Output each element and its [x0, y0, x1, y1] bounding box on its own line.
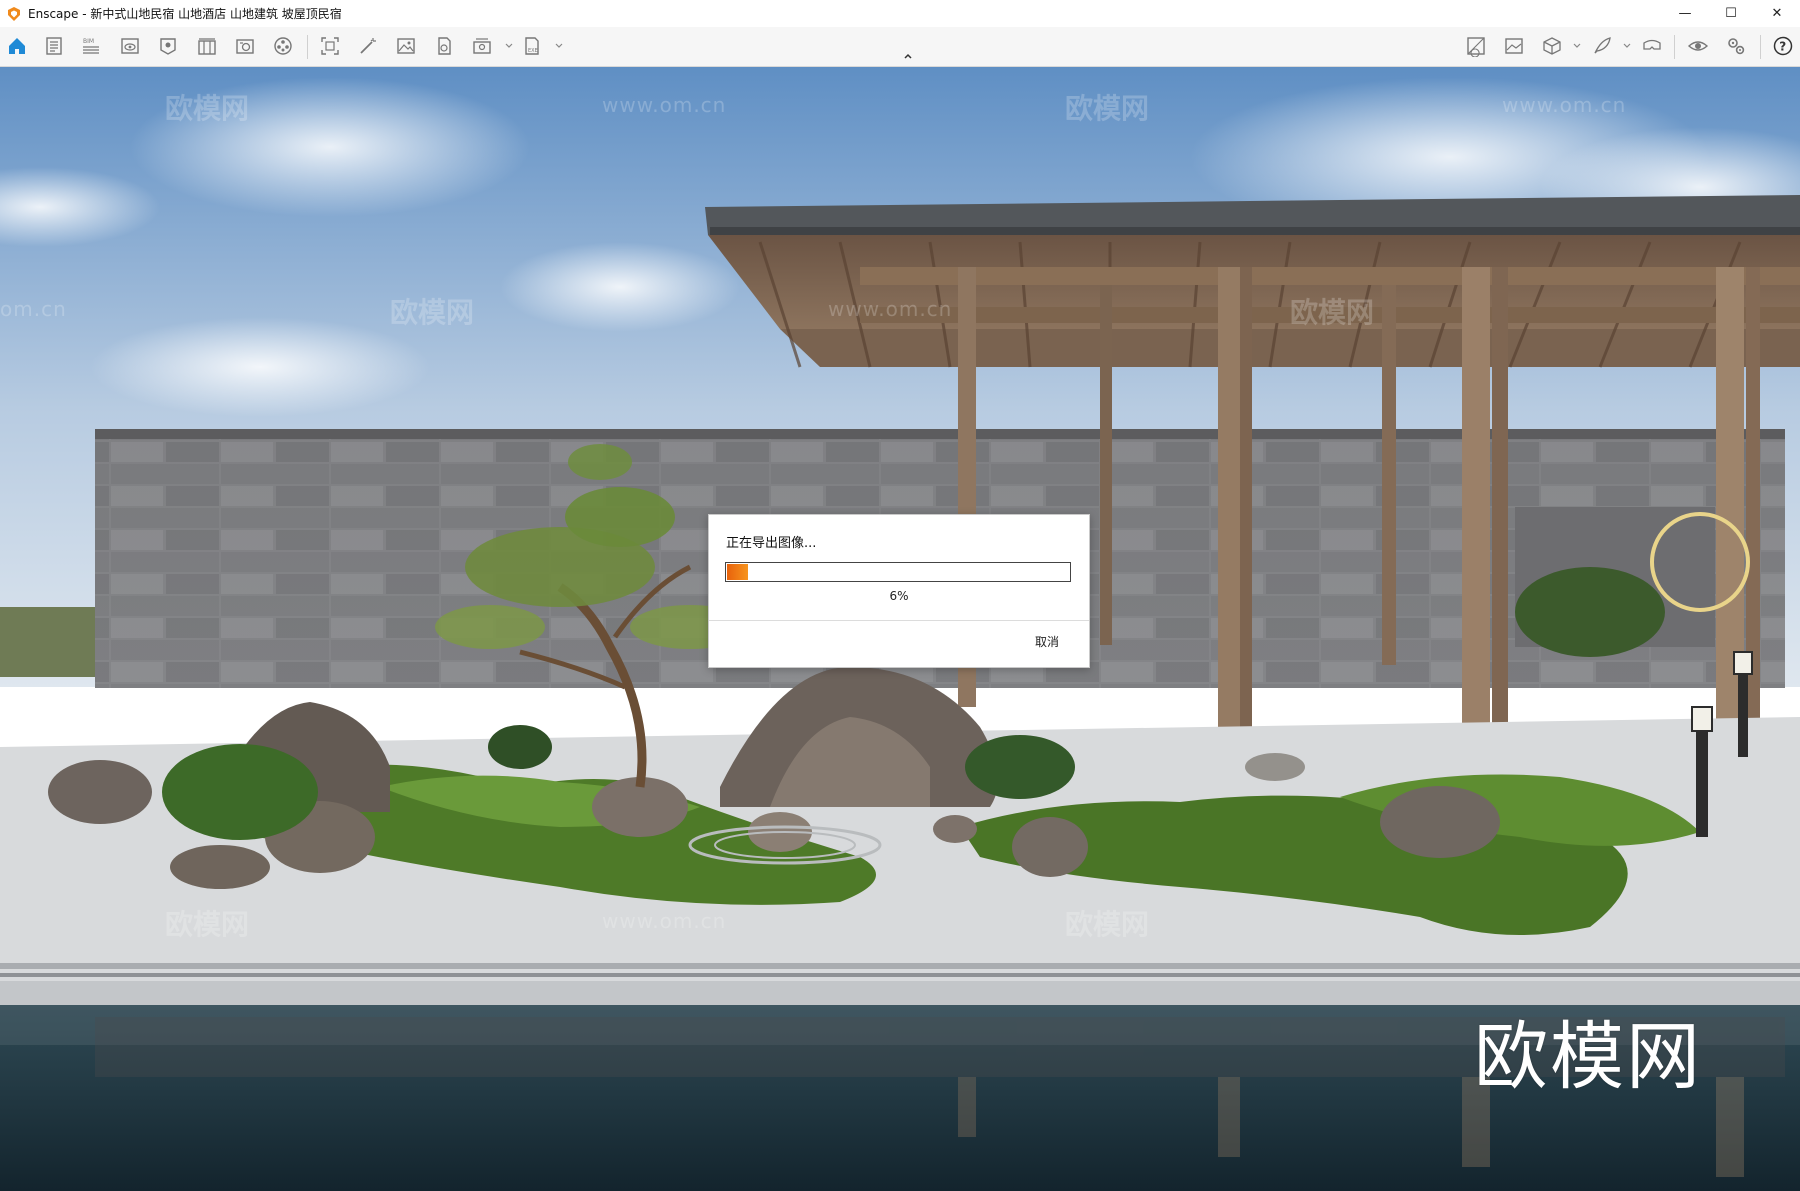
- capture-view-icon[interactable]: [1464, 34, 1488, 58]
- batch-render-icon[interactable]: [470, 34, 494, 58]
- watermark-url: www.om.cn: [602, 93, 727, 117]
- cube-icon[interactable]: [1540, 34, 1564, 58]
- window-title: Enscape - 新中式山地民宿 山地酒店 山地建筑 坡屋顶民宿: [28, 7, 342, 21]
- dialog-divider: [709, 620, 1089, 621]
- watermark-url: www.om.cn: [1502, 93, 1627, 117]
- minimize-button[interactable]: —: [1662, 0, 1708, 27]
- pin-icon[interactable]: [156, 34, 180, 58]
- export-chevron-down-icon[interactable]: [547, 34, 571, 58]
- export-icon[interactable]: EXE: [520, 34, 544, 58]
- export-progress-bar: [725, 562, 1071, 582]
- watermark-text: 欧模网: [165, 908, 250, 941]
- gallery-icon[interactable]: [1502, 34, 1526, 58]
- cube-chevron-down-icon[interactable]: [1565, 34, 1589, 58]
- asset-editor-icon[interactable]: [233, 34, 257, 58]
- cancel-button[interactable]: 取消: [1035, 633, 1059, 650]
- watermark-text: 欧模网: [1065, 908, 1150, 941]
- watermark-text: 欧模网: [165, 92, 250, 125]
- watermark-url: www.om.cn: [828, 297, 953, 321]
- svg-text:BIM: BIM: [83, 38, 94, 45]
- feather-icon[interactable]: [1590, 34, 1614, 58]
- document-icon[interactable]: [42, 34, 66, 58]
- watermark-text: 欧模网: [1290, 296, 1375, 329]
- bim-icon[interactable]: BIM: [79, 34, 103, 58]
- close-button[interactable]: ✕: [1754, 0, 1800, 27]
- watermark-url: om.cn: [0, 297, 67, 321]
- vr-headset-icon[interactable]: [1640, 34, 1664, 58]
- eye-icon[interactable]: [1686, 34, 1710, 58]
- export-progress-dialog: 正在导出图像... 6% 取消: [708, 514, 1090, 668]
- library-icon[interactable]: [195, 34, 219, 58]
- dialog-title: 正在导出图像...: [726, 536, 817, 551]
- svg-text:?: ?: [1779, 40, 1786, 54]
- progress-percentage: 6%: [889, 589, 909, 603]
- brand-watermark-large: 欧模网: [1474, 1014, 1702, 1100]
- title-bar: Enscape - 新中式山地民宿 山地酒店 山地建筑 坡屋顶民宿 — ☐ ✕: [0, 0, 1800, 27]
- maximize-button[interactable]: ☐: [1708, 0, 1754, 27]
- watermark-text: 欧模网: [390, 296, 475, 329]
- enscape-window: Enscape - 新中式山地民宿 山地酒店 山地建筑 坡屋顶民宿 — ☐ ✕ …: [0, 0, 1800, 1191]
- visibility-icon[interactable]: [118, 34, 142, 58]
- window-controls: — ☐ ✕: [1662, 0, 1800, 27]
- svg-text:EXE: EXE: [528, 48, 538, 54]
- watermark-text: 欧模网: [1065, 92, 1150, 125]
- image-icon[interactable]: [394, 34, 418, 58]
- toolbar: BIM EXE ?: [0, 27, 1800, 67]
- panorama-icon[interactable]: [432, 34, 456, 58]
- screenshot-icon[interactable]: [318, 34, 342, 58]
- progress-bar-fill: [727, 564, 748, 580]
- help-icon[interactable]: ?: [1771, 34, 1795, 58]
- batch-render-chevron-down-icon[interactable]: [497, 34, 521, 58]
- watermark-url: www.om.cn: [602, 909, 727, 933]
- material-icon[interactable]: [271, 34, 295, 58]
- home-icon[interactable]: [5, 34, 29, 58]
- chevron-up-icon[interactable]: [896, 44, 920, 68]
- feather-chevron-down-icon[interactable]: [1615, 34, 1639, 58]
- settings-icon[interactable]: [1724, 34, 1748, 58]
- enscape-logo-icon: [8, 6, 20, 21]
- magic-wand-icon[interactable]: [356, 34, 380, 58]
